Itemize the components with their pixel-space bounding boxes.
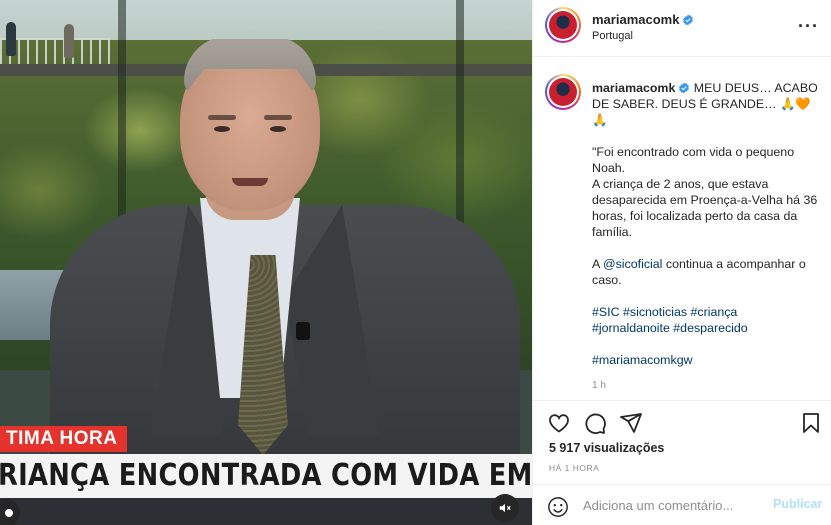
caption-quote-line: "Foi encontrado com vida o pequeno Noah.: [592, 145, 795, 175]
header-username[interactable]: mariamacomk: [592, 12, 679, 27]
caption-quote-line: A criança de 2 anos, que estava desapare…: [592, 177, 818, 239]
caption-username[interactable]: mariamacomk: [592, 81, 675, 95]
instagram-post: TIMA HORA RIANÇA ENCONTRADA COM VIDA EM …: [0, 0, 831, 525]
breaking-news-tag: TIMA HORA: [0, 426, 128, 452]
anchor-mouth: [232, 178, 268, 186]
post-age[interactable]: HÁ 1 HORA: [549, 463, 599, 473]
smiley-icon[interactable]: [547, 496, 569, 518]
news-headline: RIANÇA ENCONTRADA COM VIDA EM PROENÇ: [0, 458, 532, 493]
prayer-emoji: 🙏: [592, 113, 608, 127]
anchor-brow: [264, 115, 292, 120]
anchor-eye: [214, 126, 230, 132]
publish-button[interactable]: Publicar: [773, 497, 822, 511]
hashtag-line[interactable]: #SIC #sicnoticias #criança: [592, 304, 824, 320]
heart-icon[interactable]: [547, 411, 571, 435]
anchor-eye: [270, 126, 286, 132]
comment-input[interactable]: [583, 495, 763, 515]
caption-avatar[interactable]: [545, 74, 581, 110]
avatar[interactable]: [545, 7, 581, 43]
mute-button[interactable]: [491, 494, 519, 522]
ellipsis-icon[interactable]: ···: [798, 16, 819, 37]
verified-badge-icon: [683, 14, 694, 26]
comment-icon[interactable]: [583, 411, 607, 435]
hashtag-line[interactable]: #mariamacomkgw: [592, 352, 824, 368]
share-icon[interactable]: [619, 411, 643, 435]
post-video[interactable]: TIMA HORA RIANÇA ENCONTRADA COM VIDA EM …: [0, 0, 532, 525]
news-ticker: RIANÇA ENCONTRADA COM VIDA EM PROENÇ: [0, 454, 532, 498]
ticker-band: [0, 498, 532, 525]
post-header: mariamacomk Portugal ···: [533, 0, 831, 57]
caption-text: A: [592, 257, 604, 271]
header-location[interactable]: Portugal: [592, 30, 633, 42]
verified-badge-icon: [679, 82, 690, 94]
comment-box: Publicar: [533, 484, 831, 525]
post-sidebar: mariamacomk Portugal ··· mariamacomk MEU…: [532, 0, 831, 525]
prayer-heart-emoji: 🙏🧡: [779, 97, 811, 111]
header-username-row[interactable]: mariamacomk: [592, 12, 694, 27]
mute-icon: [499, 503, 511, 513]
bookmark-icon[interactable]: [799, 411, 823, 435]
hashtag-line[interactable]: #jornaldanoite #desparecido: [592, 320, 824, 336]
lapel-mic: [296, 322, 310, 340]
caption-mention-line: A @sicoficial continua a acompanhar o ca…: [592, 256, 824, 288]
post-caption: mariamacomk MEU DEUS… ACABO DE SABER. DE…: [592, 80, 824, 368]
anchor-brow: [208, 115, 236, 120]
view-count[interactable]: 5 917 visualizações: [549, 441, 664, 455]
caption-timestamp: 1 h: [592, 380, 606, 391]
circle-icon: [5, 509, 13, 517]
post-actions: 5 917 visualizações HÁ 1 HORA Publicar: [533, 400, 831, 525]
mention-link[interactable]: @sicoficial: [603, 257, 662, 271]
